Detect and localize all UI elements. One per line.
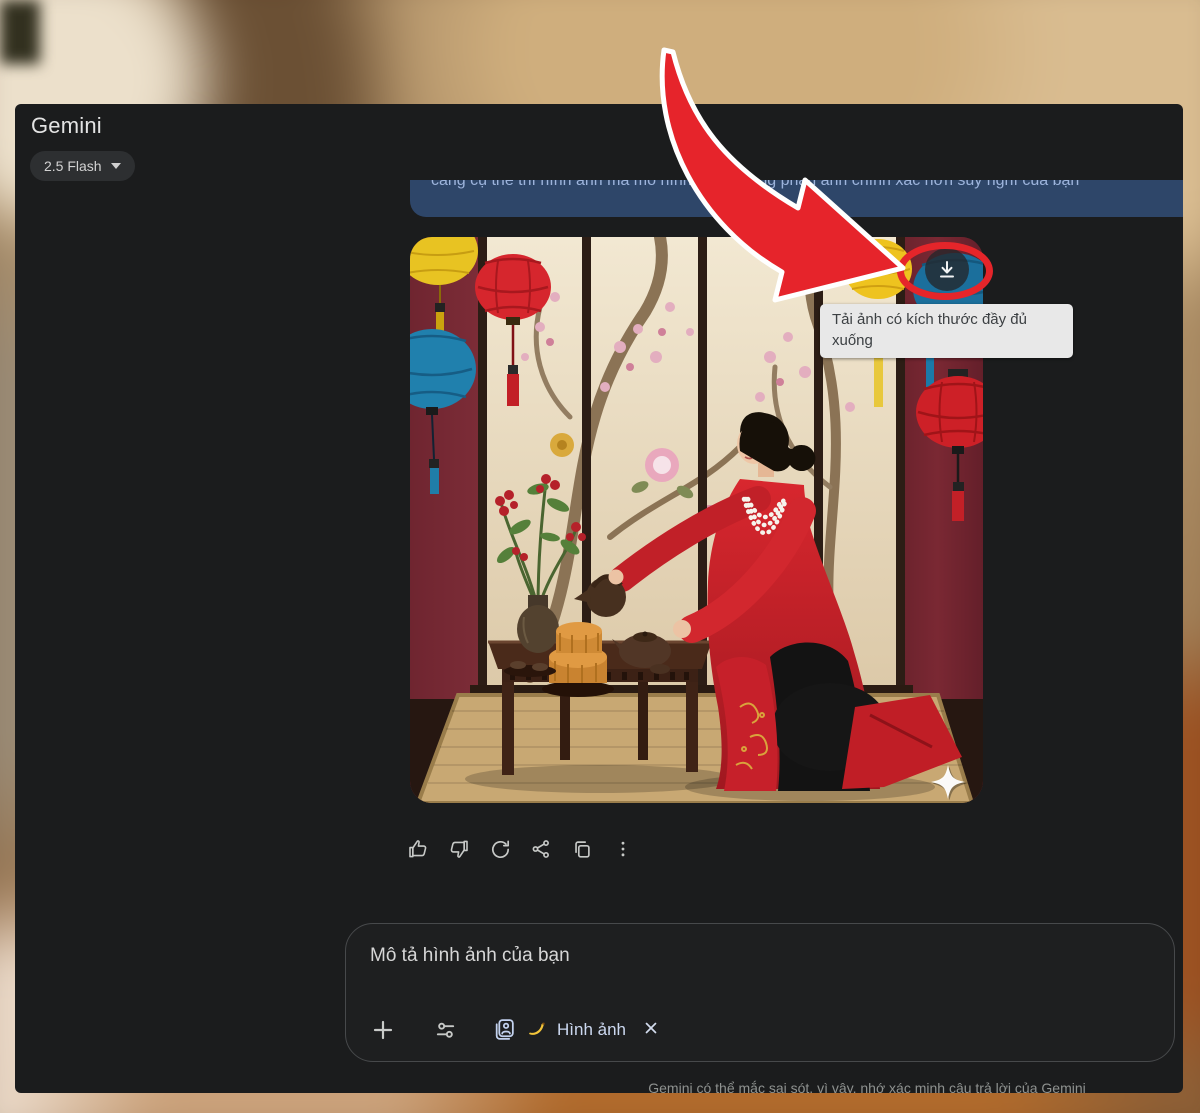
- user-message-text: càng cụ thể thì hình ảnh mà mô hình tạo …: [410, 180, 1183, 191]
- gemini-app-window: Gemini 2.5 Flash càng cụ thể thì hình ản…: [15, 104, 1183, 1093]
- regenerate-icon: [489, 838, 512, 861]
- thumbs-down-button[interactable]: [447, 837, 471, 861]
- model-selector[interactable]: 2.5 Flash: [30, 151, 135, 181]
- share-icon: [530, 838, 552, 860]
- annotation-red-ring: [897, 242, 993, 300]
- download-tooltip: Tải ảnh có kích thước đầy đủ xuống: [820, 304, 1073, 358]
- plus-icon: [371, 1018, 395, 1042]
- add-attachment-button[interactable]: [370, 1017, 396, 1043]
- close-icon: [642, 1019, 660, 1037]
- background-corner-blob: [0, 0, 40, 64]
- response-actions: [406, 837, 635, 861]
- regenerate-button[interactable]: [488, 837, 512, 861]
- user-message-bubble: càng cụ thể thì hình ảnh mà mô hình tạo …: [410, 180, 1183, 217]
- prompt-composer[interactable]: Mô tả hình ảnh của bạn: [345, 923, 1175, 1062]
- composer-toolbar: Hình ảnh: [370, 1017, 660, 1043]
- share-button[interactable]: [529, 837, 553, 861]
- image-stack-icon: [492, 1017, 517, 1043]
- tune-icon: [434, 1019, 457, 1042]
- copy-icon: [571, 838, 593, 860]
- more-options-button[interactable]: [611, 837, 635, 861]
- image-mode-chip[interactable]: Hình ảnh: [492, 1017, 660, 1043]
- prompt-input[interactable]: Mô tả hình ảnh của bạn: [370, 945, 1154, 967]
- thumbs-up-button[interactable]: [406, 837, 430, 861]
- banana-icon: [526, 1019, 548, 1041]
- screenshot-stage: Gemini 2.5 Flash càng cụ thể thì hình ản…: [0, 0, 1200, 1113]
- more-vertical-icon: [613, 838, 633, 860]
- page-title: Gemini: [31, 113, 102, 139]
- tools-button[interactable]: [432, 1017, 458, 1043]
- thumbs-up-icon: [406, 837, 430, 861]
- thumbs-down-icon: [447, 837, 471, 861]
- model-selector-label: 2.5 Flash: [44, 158, 102, 174]
- copy-button[interactable]: [570, 837, 594, 861]
- chevron-down-icon: [111, 163, 121, 169]
- image-chip-label: Hình ảnh: [557, 1020, 626, 1040]
- remove-chip-button[interactable]: [642, 1019, 660, 1042]
- disclaimer-text: Gemini có thể mắc sai sót, vì vậy, nhớ x…: [555, 1080, 1179, 1093]
